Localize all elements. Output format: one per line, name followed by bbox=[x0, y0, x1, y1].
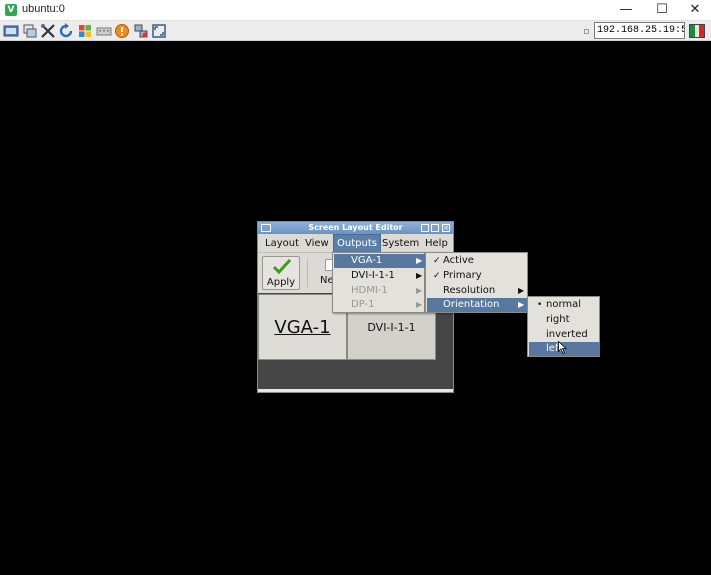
menu-item-orientation[interactable]: Orientation ▶ bbox=[427, 298, 528, 312]
menu-help[interactable]: Help bbox=[422, 234, 451, 253]
menu-item-label: right bbox=[546, 314, 570, 325]
menu-item-primary[interactable]: ✓ Primary bbox=[427, 269, 528, 283]
menu-item-vga-1[interactable]: VGA-1 ▶ bbox=[334, 254, 425, 268]
transfer-icon[interactable] bbox=[133, 23, 149, 39]
close-button[interactable]: ✕ bbox=[678, 0, 711, 21]
submenu-arrow-icon: ▶ bbox=[416, 271, 423, 280]
window-titlebar: V ubuntu:0 — ☐ ✕ bbox=[0, 0, 711, 21]
menu-item-label: Orientation bbox=[443, 299, 500, 310]
checkmark-icon bbox=[273, 258, 291, 274]
menu-item-label: Resolution bbox=[443, 285, 496, 296]
menu-item-label: normal bbox=[546, 299, 582, 310]
menu-item-right[interactable]: right bbox=[529, 313, 600, 327]
submenu-arrow-icon: ▶ bbox=[518, 286, 525, 295]
radio-dot-icon: • bbox=[537, 300, 543, 310]
menu-item-dp-1: DP-1 ▶ bbox=[334, 298, 425, 312]
address-indicator bbox=[584, 29, 589, 34]
remote-window-titlebar: Screen Layout Editor × bbox=[258, 222, 453, 234]
outputs-menu: VGA-1 ▶ DVI-I-1-1 ▶ HDMI-1 ▶ DP-1 ▶ bbox=[332, 252, 425, 313]
address-field[interactable]: 192.168.25.19:5900 bbox=[594, 22, 685, 39]
menu-item-active[interactable]: ✓ Active bbox=[427, 254, 528, 268]
options-icon[interactable] bbox=[3, 23, 19, 39]
menu-item-label: DP-1 bbox=[351, 299, 375, 310]
refresh-icon[interactable] bbox=[58, 23, 74, 39]
menu-item-dvi-i-1-1[interactable]: DVI-I-1-1 ▶ bbox=[334, 269, 425, 283]
flag-icon bbox=[689, 24, 705, 38]
remote-menubar: Layout View Outputs System Help bbox=[258, 234, 453, 253]
window-title: ubuntu:0 bbox=[22, 3, 65, 15]
check-icon: ✓ bbox=[433, 271, 441, 281]
menu-item-label: Primary bbox=[443, 270, 482, 281]
menu-layout[interactable]: Layout bbox=[262, 234, 302, 253]
check-icon: ✓ bbox=[433, 256, 441, 266]
menu-item-label: VGA-1 bbox=[351, 255, 383, 266]
submenu-arrow-icon: ▶ bbox=[518, 300, 525, 309]
menu-outputs[interactable]: Outputs bbox=[333, 234, 381, 253]
menu-item-label: HDMI-1 bbox=[351, 285, 388, 296]
submenu-arrow-icon: ▶ bbox=[416, 256, 423, 265]
vnc-app-icon: V bbox=[5, 4, 17, 16]
keyboard-icon[interactable] bbox=[96, 23, 112, 39]
menu-item-resolution[interactable]: Resolution ▶ bbox=[427, 284, 528, 298]
remote-close-icon[interactable]: × bbox=[442, 224, 450, 232]
minimize-button[interactable]: — bbox=[609, 0, 643, 21]
menu-item-label: inverted bbox=[546, 329, 588, 340]
menu-item-inverted[interactable]: inverted bbox=[529, 328, 600, 342]
remote-maximize-icon[interactable] bbox=[431, 224, 439, 232]
toolbar-separator bbox=[307, 259, 308, 287]
alert-icon[interactable] bbox=[114, 23, 130, 39]
menu-view[interactable]: View bbox=[302, 234, 332, 253]
vnc-viewer-window: V ubuntu:0 — ☐ ✕ 192.168.25.19: Screen L… bbox=[0, 0, 711, 575]
menu-item-normal[interactable]: • normal bbox=[529, 298, 600, 312]
menu-item-label: Active bbox=[443, 255, 474, 266]
canvas-scrollbar[interactable] bbox=[258, 389, 453, 392]
remote-minimize-icon[interactable] bbox=[421, 224, 429, 232]
apply-button[interactable]: Apply bbox=[262, 256, 300, 290]
vnc-toolbar: 192.168.25.19:5900 bbox=[0, 21, 711, 41]
mouse-cursor-icon bbox=[558, 341, 567, 354]
connection-info-icon[interactable] bbox=[22, 23, 38, 39]
menu-item-label: DVI-I-1-1 bbox=[351, 270, 395, 281]
vga-1-submenu: ✓ Active ✓ Primary Resolution ▶ Orientat… bbox=[425, 252, 528, 313]
submenu-arrow-icon: ▶ bbox=[416, 286, 423, 295]
apply-label: Apply bbox=[266, 277, 296, 288]
windows-icon[interactable] bbox=[77, 23, 93, 39]
menu-item-hdmi-1: HDMI-1 ▶ bbox=[334, 284, 425, 298]
tools-icon[interactable] bbox=[40, 23, 56, 39]
fullscreen-icon[interactable] bbox=[151, 23, 167, 39]
menu-system[interactable]: System bbox=[379, 234, 422, 253]
maximize-button[interactable]: ☐ bbox=[645, 0, 679, 21]
submenu-arrow-icon: ▶ bbox=[416, 300, 423, 309]
